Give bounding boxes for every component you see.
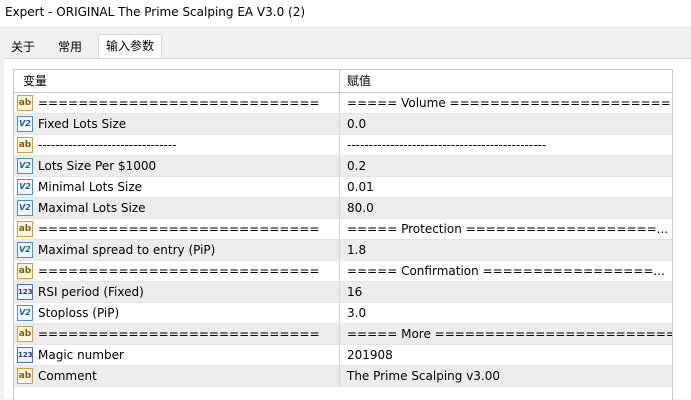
parameter-name-cell: ab --------------------------------	[14, 135, 340, 155]
table-row[interactable]: V2 Stoploss (PiP) 3.0	[14, 303, 672, 324]
parameter-name: Magic number	[38, 348, 124, 362]
parameter-value[interactable]: ===== Protection ===================...	[340, 219, 672, 239]
parameter-value[interactable]: 16	[340, 282, 672, 302]
parameter-value[interactable]: ===== More ========================...	[340, 324, 672, 344]
table-row[interactable]: ab -------------------------------- ------…	[14, 135, 672, 156]
parameter-value[interactable]: The Prime Scalping v3.00	[340, 366, 672, 386]
table-row[interactable]: ab ============================ ===== Prot…	[14, 219, 672, 240]
parameter-name: Stoploss (PiP)	[38, 306, 120, 320]
double-type-icon: V2	[17, 158, 33, 174]
double-type-icon: V2	[17, 242, 33, 258]
parameter-name-cell: ab ============================	[14, 324, 340, 344]
double-type-icon: V2	[17, 116, 33, 132]
parameters-table: 变量 赋值 ab ============================ ====…	[13, 69, 673, 400]
tab-input-parameters[interactable]: 输入参数	[98, 34, 162, 59]
string-type-icon: ab	[17, 137, 33, 153]
parameter-name: ============================	[38, 264, 320, 278]
parameter-name: Lots Size Per $1000	[38, 159, 157, 173]
parameter-name-cell: V2 Maximal spread to entry (PiP)	[14, 240, 340, 260]
double-type-icon: V2	[17, 200, 33, 216]
table-row[interactable]: ab ============================ ===== More…	[14, 324, 672, 345]
parameter-name-cell: ab ============================	[14, 261, 340, 281]
double-type-icon: V2	[17, 305, 33, 321]
input-parameters-panel: 变量 赋值 ab ============================ ====…	[4, 58, 691, 400]
tab-common[interactable]: 常用	[48, 36, 92, 58]
parameter-name-cell: V2 Minimal Lots Size	[14, 177, 340, 197]
table-row[interactable]: ab Comment The Prime Scalping v3.00	[14, 366, 672, 387]
parameter-name-cell: V2 Stoploss (PiP)	[14, 303, 340, 323]
parameter-name-cell: V2 Maximal Lots Size	[14, 198, 340, 218]
table-row[interactable]: V2 Maximal spread to entry (PiP) 1.8	[14, 240, 672, 261]
integer-type-icon: 123	[17, 284, 33, 300]
parameter-name: ============================	[38, 222, 320, 236]
table-row[interactable]: V2 Maximal Lots Size 80.0	[14, 198, 672, 219]
parameter-value[interactable]: 0.2	[340, 156, 672, 176]
parameter-name-cell: V2 Fixed Lots Size	[14, 114, 340, 134]
table-row[interactable]: ab ============================ ===== Conf…	[14, 261, 672, 282]
integer-type-icon: 123	[17, 347, 33, 363]
parameter-name: Maximal Lots Size	[38, 201, 146, 215]
string-type-icon: ab	[17, 221, 33, 237]
string-type-icon: ab	[17, 368, 33, 384]
parameter-name-cell: 123 Magic number	[14, 345, 340, 365]
parameter-name-cell: ab ============================	[14, 93, 340, 113]
parameter-name: ============================	[38, 96, 320, 110]
parameter-value[interactable]: 0.01	[340, 177, 672, 197]
table-row[interactable]: V2 Lots Size Per $1000 0.2	[14, 156, 672, 177]
tab-strip: 关于 常用 输入参数	[0, 34, 691, 59]
column-header-value[interactable]: 赋值	[340, 70, 672, 92]
table-row[interactable]: V2 Minimal Lots Size 0.01	[14, 177, 672, 198]
parameter-value[interactable]: 201908	[340, 345, 672, 365]
table-row[interactable]: 123 RSI period (Fixed) 16	[14, 282, 672, 303]
parameter-value[interactable]: 80.0	[340, 198, 672, 218]
parameter-name-cell: ab Comment	[14, 366, 340, 386]
parameter-name-cell: 123 RSI period (Fixed)	[14, 282, 340, 302]
table-row[interactable]: V2 Fixed Lots Size 0.0	[14, 114, 672, 135]
parameter-name: Minimal Lots Size	[38, 180, 143, 194]
window-title: Expert - ORIGINAL The Prime Scalping EA …	[0, 0, 691, 26]
parameter-value[interactable]: 1.8	[340, 240, 672, 260]
tab-about[interactable]: 关于	[4, 36, 42, 58]
table-row[interactable]: ab ============================ ===== Volu…	[14, 93, 672, 114]
column-header-variable[interactable]: 变量	[14, 70, 340, 92]
double-type-icon: V2	[17, 179, 33, 195]
parameter-name-cell: V2 Lots Size Per $1000	[14, 156, 340, 176]
parameter-name-cell: ab ============================	[14, 219, 340, 239]
parameter-value[interactable]: ----------------------------------------…	[340, 135, 672, 155]
parameter-value[interactable]: 0.0	[340, 114, 672, 134]
parameter-name: ============================	[38, 327, 320, 341]
string-type-icon: ab	[17, 326, 33, 342]
table-header: 变量 赋值	[14, 70, 672, 93]
parameter-name: --------------------------------	[38, 138, 177, 152]
parameter-value[interactable]: 3.0	[340, 303, 672, 323]
string-type-icon: ab	[17, 263, 33, 279]
string-type-icon: ab	[17, 95, 33, 111]
parameter-name: RSI period (Fixed)	[38, 285, 144, 299]
parameter-value[interactable]: ===== Volume ======================...	[340, 93, 672, 113]
table-row[interactable]: 123 Magic number 201908	[14, 345, 672, 366]
parameter-name: Fixed Lots Size	[38, 117, 127, 131]
parameter-name: Comment	[38, 369, 97, 383]
parameter-value[interactable]: ===== Confirmation =================...	[340, 261, 672, 281]
parameter-name: Maximal spread to entry (PiP)	[38, 243, 216, 257]
